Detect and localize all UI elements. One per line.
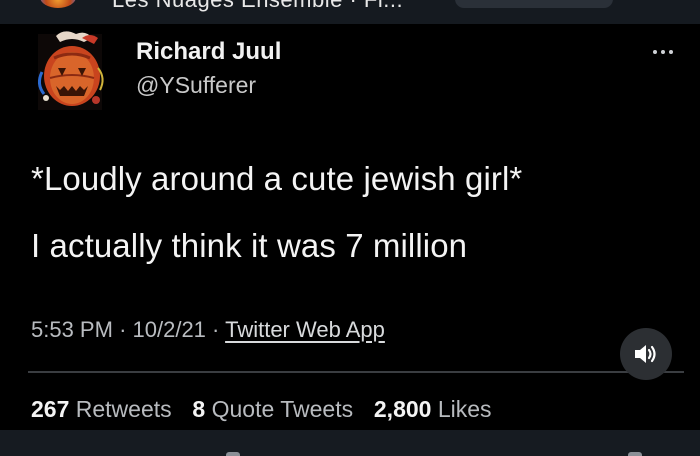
- tweet-text-line-1: *Loudly around a cute jewish girl*: [31, 160, 523, 197]
- stats-divider: [28, 371, 684, 373]
- tweet-card: Richard Juul @YSufferer *Loudly around a…: [0, 24, 700, 430]
- retweets-label[interactable]: Retweets: [76, 396, 172, 422]
- more-dot: [661, 50, 665, 54]
- author-handle[interactable]: @YSufferer: [136, 72, 256, 99]
- channel-avatar[interactable]: [40, 0, 76, 8]
- more-dot: [653, 50, 657, 54]
- top-app-bar: Les Nuages Ensemble · Fi...: [0, 0, 700, 24]
- jack-o-lantern-avatar-icon[interactable]: [32, 28, 108, 112]
- search-field[interactable]: [455, 0, 613, 8]
- more-options-icon[interactable]: [648, 44, 678, 60]
- tweet-source-link[interactable]: Twitter Web App: [225, 317, 385, 342]
- author-name[interactable]: Richard Juul: [136, 38, 281, 66]
- more-dot: [669, 50, 673, 54]
- likes-label[interactable]: Likes: [438, 396, 492, 422]
- bottom-app-bar: [0, 430, 700, 456]
- retweets-count[interactable]: 267: [31, 396, 69, 422]
- tweet-timestamp-row: 5:53 PM · 10/2/21 · Twitter Web App: [31, 317, 385, 343]
- tweet-stats-row: 267 Retweets 8 Quote Tweets 2,800 Likes: [31, 396, 492, 423]
- bottom-bar-control[interactable]: [628, 452, 642, 456]
- screenshot-page: Les Nuages Ensemble · Fi... Rich: [0, 0, 700, 456]
- tweet-text-line-2: I actually think it was 7 million: [31, 227, 468, 264]
- tweet-date[interactable]: 10/2/21: [133, 317, 206, 342]
- bottom-bar-control[interactable]: [226, 452, 240, 456]
- meta-separator: ·: [212, 317, 220, 342]
- speaker-volume-icon[interactable]: [620, 328, 672, 380]
- tweet-time[interactable]: 5:53 PM: [31, 317, 113, 342]
- meta-separator: ·: [119, 317, 127, 342]
- quote-tweets-label[interactable]: Quote Tweets: [212, 396, 354, 422]
- channel-title[interactable]: Les Nuages Ensemble · Fi...: [112, 0, 403, 13]
- quote-tweets-count[interactable]: 8: [192, 396, 205, 422]
- likes-count[interactable]: 2,800: [374, 396, 432, 422]
